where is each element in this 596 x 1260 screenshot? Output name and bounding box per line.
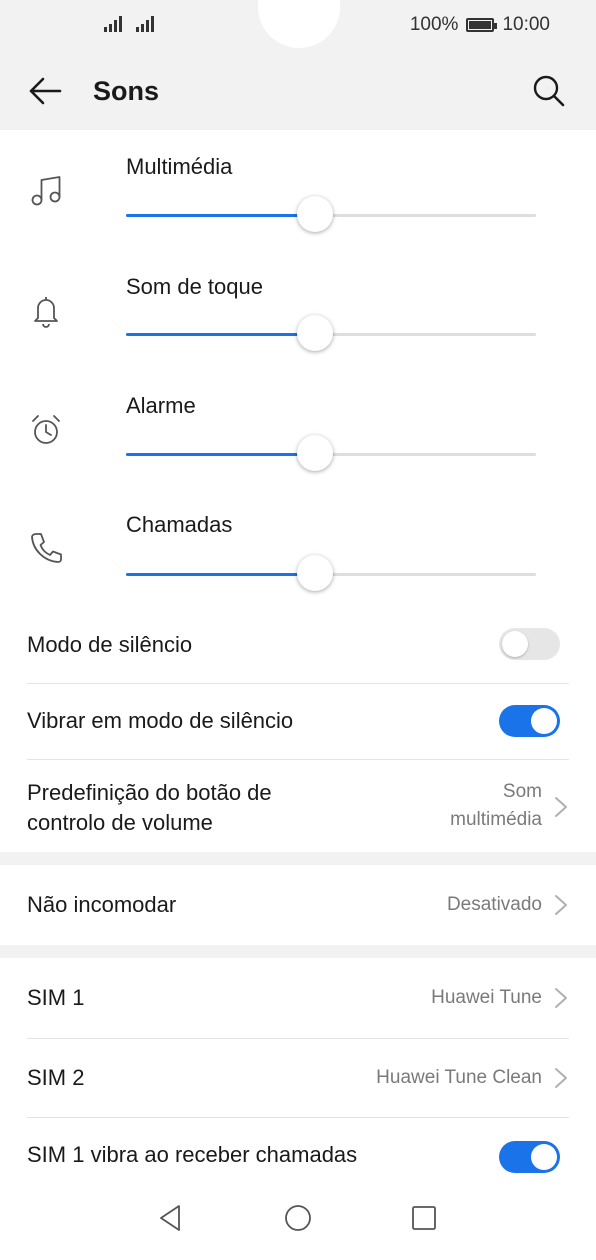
row-label-line2: controlo de volume: [27, 810, 213, 835]
battery-percent: 100%: [409, 14, 459, 35]
battery-icon: [466, 18, 498, 32]
signal-sim2-icon: [136, 16, 154, 32]
alarm-clock-icon: [32, 415, 60, 444]
slider-thumb[interactable]: [296, 555, 333, 591]
slider-fill: [126, 573, 315, 576]
row-label: SIM 1 vibra ao receber chamadas: [27, 1142, 358, 1167]
back-arrow-icon[interactable]: [28, 76, 62, 106]
row-value-line1: Som: [502, 781, 542, 802]
volume-slider-multimedia[interactable]: [126, 195, 536, 235]
row-label-line1: Predefinição do botão de: [27, 780, 272, 805]
chevron-right-icon: [555, 1068, 567, 1088]
volume-label: Alarme: [126, 393, 196, 418]
clock: 10:00: [502, 14, 550, 35]
vibrate-silent-row[interactable]: Vibrar em modo de silêncio: [0, 684, 596, 760]
status-bar: 100% 10:00: [0, 0, 596, 50]
music-note-icon: [31, 176, 61, 206]
row-label: SIM 2: [27, 1065, 85, 1090]
toggle-knob: [502, 631, 528, 657]
row-value: Huawei Tune Clean: [376, 1067, 542, 1088]
volume-slider-alarm[interactable]: [126, 434, 536, 474]
do-not-disturb-row[interactable]: Não incomodar Desativado: [0, 865, 596, 945]
toggle-knob: [531, 1144, 557, 1170]
page-title: Sons: [93, 76, 160, 106]
toggle-knob: [531, 708, 557, 734]
bell-icon: [34, 297, 58, 328]
vibrate-silent-toggle[interactable]: [499, 705, 560, 737]
sim2-ringtone-row[interactable]: SIM 2 Huawei Tune Clean: [0, 1039, 596, 1117]
volume-slider-calls[interactable]: [126, 554, 536, 594]
row-label: Modo de silêncio: [27, 632, 193, 657]
row-value: Desativado: [446, 894, 542, 915]
slider-thumb[interactable]: [296, 196, 333, 232]
volume-row-alarm: Alarme: [0, 370, 596, 488]
row-value: Huawei Tune: [431, 987, 542, 1008]
slider-thumb[interactable]: [296, 435, 333, 471]
app-header: Sons: [0, 50, 596, 130]
section-gap: [0, 852, 596, 865]
volume-row-calls: Chamadas: [0, 490, 596, 608]
row-label: Não incomodar: [27, 892, 177, 917]
volume-row-ringtone: Som de toque: [0, 250, 596, 368]
chevron-right-icon: [555, 797, 567, 817]
navigation-bar: [0, 1180, 596, 1260]
signal-sim1-icon: [104, 16, 122, 32]
volume-label: Chamadas: [126, 512, 233, 537]
search-icon[interactable]: [532, 74, 566, 108]
slider-fill: [126, 214, 315, 217]
volume-label: Som de toque: [126, 274, 263, 299]
volume-row-multimedia: Multimédia: [0, 130, 596, 248]
row-value-line2: multimédia: [450, 809, 542, 830]
slider-fill: [126, 333, 315, 336]
chevron-right-icon: [555, 895, 567, 915]
section-gap: [0, 945, 596, 958]
camera-notch: [258, 0, 340, 48]
row-label: Predefinição do botão de controlo de vol…: [27, 778, 272, 838]
row-label: Vibrar em modo de silêncio: [27, 708, 294, 733]
sim1-vibrate-row[interactable]: SIM 1 vibra ao receber chamadas: [0, 1118, 596, 1180]
volume-slider-ringtone[interactable]: [126, 314, 536, 354]
nav-back-icon[interactable]: [155, 1202, 187, 1234]
silent-mode-toggle[interactable]: [499, 628, 560, 660]
sim1-vibrate-toggle[interactable]: [499, 1141, 560, 1173]
row-label: SIM 1: [27, 985, 85, 1010]
slider-fill: [126, 453, 315, 456]
nav-home-icon[interactable]: [282, 1202, 314, 1234]
sim1-ringtone-row[interactable]: SIM 1 Huawei Tune: [0, 958, 596, 1038]
status-right: 100% 10:00: [410, 14, 550, 36]
chevron-right-icon: [555, 988, 567, 1008]
volume-label: Multimédia: [126, 154, 233, 179]
silent-mode-row[interactable]: Modo de silêncio: [0, 608, 596, 684]
slider-thumb[interactable]: [296, 315, 333, 351]
row-value: Som multimédia: [450, 778, 542, 834]
nav-recents-icon[interactable]: [408, 1202, 440, 1234]
phone-icon: [31, 533, 62, 563]
volume-button-preset-row[interactable]: Predefinição do botão de controlo de vol…: [0, 760, 596, 852]
